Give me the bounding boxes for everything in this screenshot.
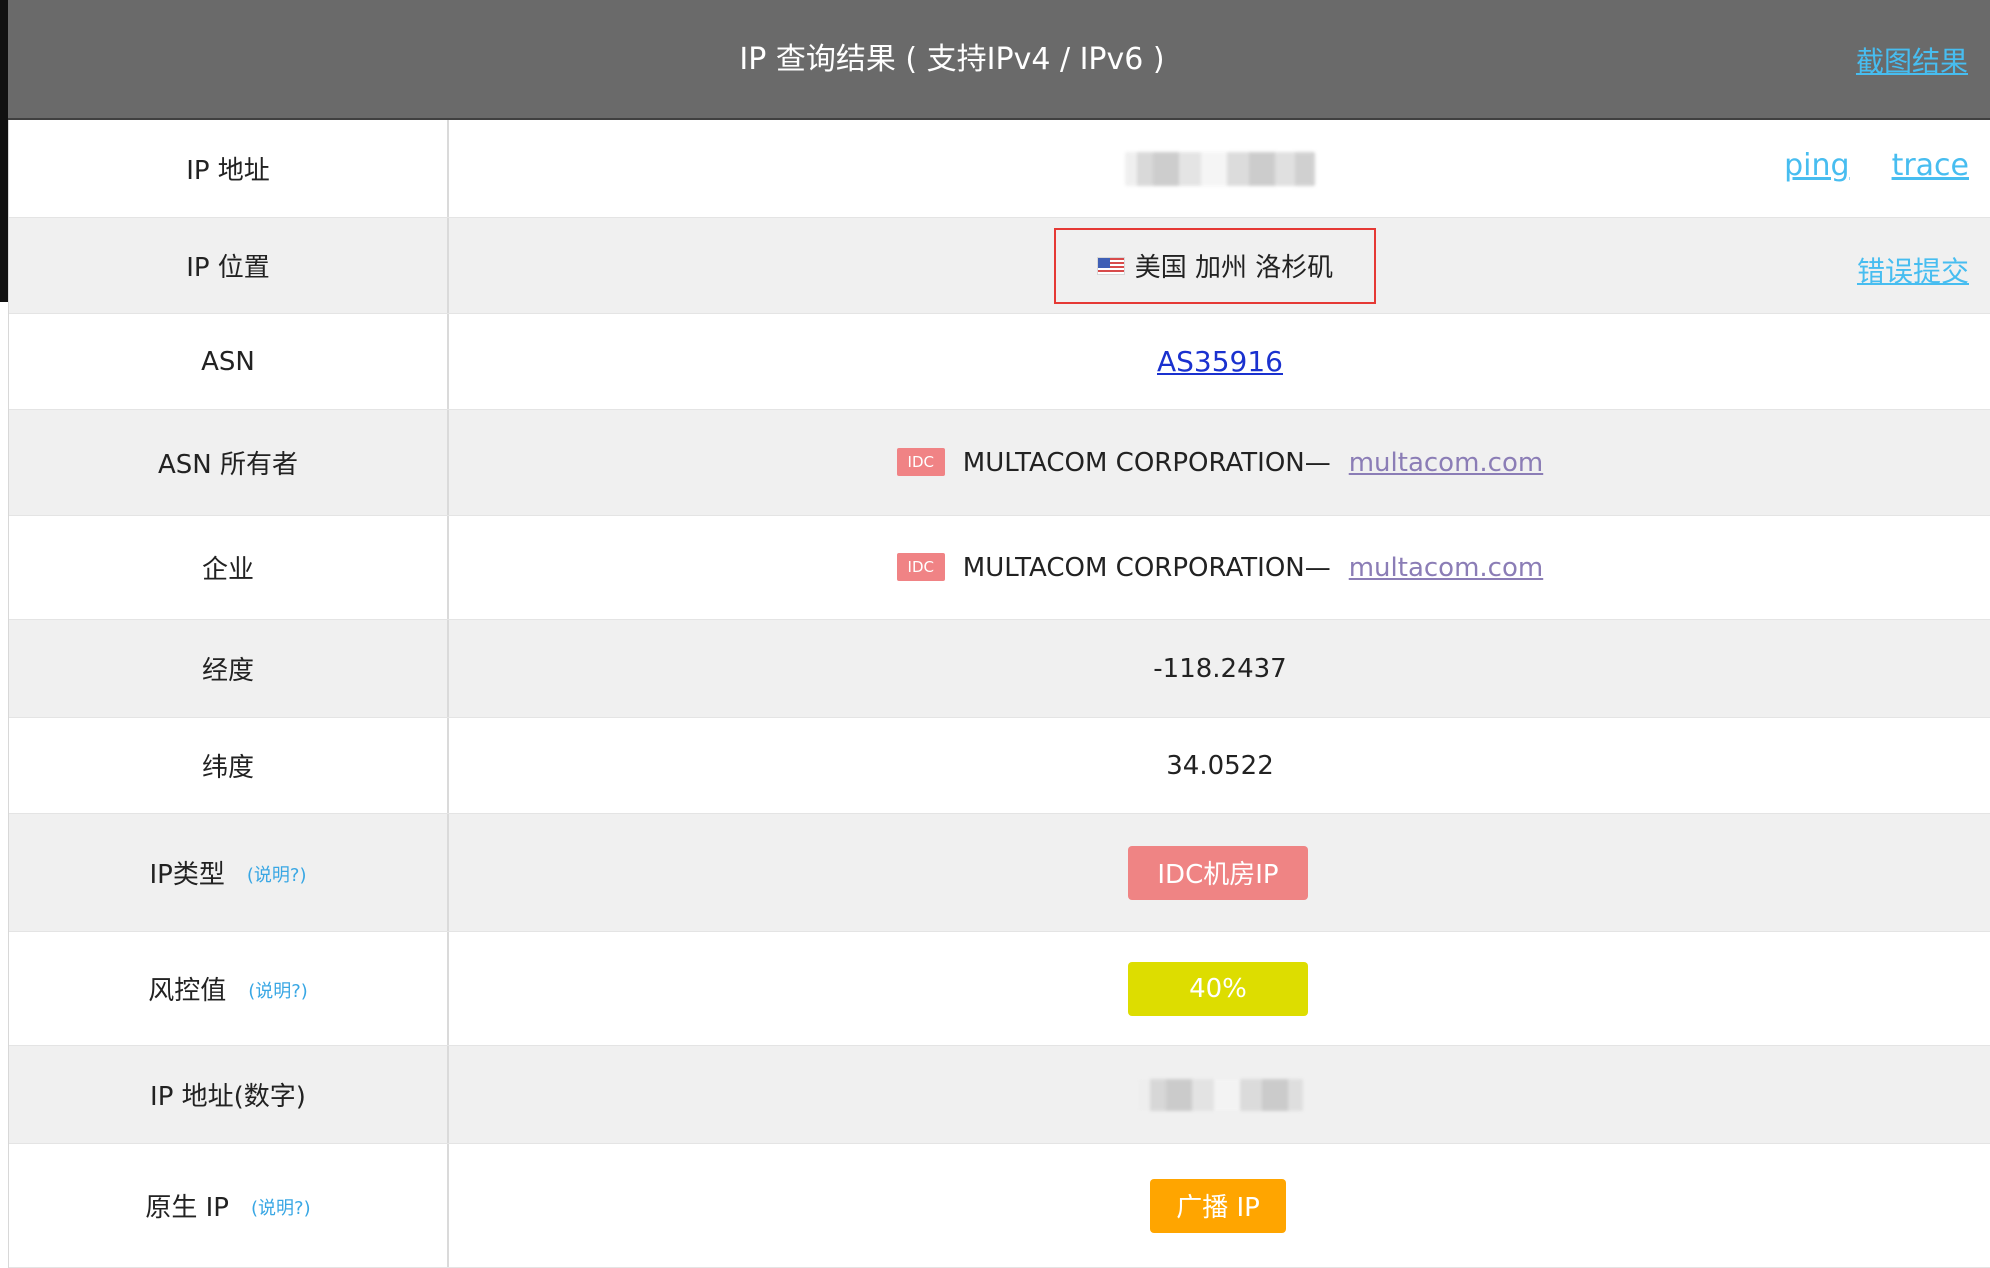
ping-link[interactable]: ping bbox=[1784, 148, 1849, 183]
asn-owner-domain-link[interactable]: multacom.com bbox=[1349, 448, 1543, 478]
risk-score-badge: 40% bbox=[1128, 961, 1308, 1016]
latitude-value: 34.0522 bbox=[1166, 750, 1274, 781]
asn-owner-name: MULTACOM CORPORATION— bbox=[962, 447, 1331, 478]
row-label-asn-owner: ASN 所有者 bbox=[9, 410, 449, 515]
company-domain-link[interactable]: multacom.com bbox=[1349, 553, 1543, 583]
row-value-latitude: 34.0522 bbox=[449, 718, 1990, 813]
row-label-ip-number: IP 地址(数字) bbox=[9, 1046, 449, 1143]
idc-badge: IDC bbox=[896, 552, 945, 581]
row-value-asn: AS35916 bbox=[449, 314, 1990, 409]
error-submit-link[interactable]: 错误提交 bbox=[1857, 250, 1969, 290]
location-text: 美国 加州 洛杉矶 bbox=[1134, 253, 1334, 283]
location-highlight-box: 美国 加州 洛杉矶 bbox=[1054, 227, 1376, 304]
trace-link[interactable]: trace bbox=[1892, 148, 1969, 183]
ip-address-label: IP 地址 bbox=[186, 156, 270, 186]
native-ip-label: 原生 IP bbox=[145, 1193, 229, 1223]
row-value-ip-location: 美国 加州 洛杉矶 bbox=[449, 218, 1990, 313]
masked-ip-number bbox=[1137, 1078, 1303, 1111]
asn-link[interactable]: AS35916 bbox=[1157, 345, 1283, 378]
company-name: MULTACOM CORPORATION— bbox=[962, 552, 1331, 583]
ip-location-label: IP 位置 bbox=[186, 253, 270, 283]
row-ip-number: IP 地址(数字) bbox=[9, 1046, 1990, 1144]
latitude-label: 纬度 bbox=[201, 753, 254, 783]
row-label-ip-location: IP 位置 bbox=[9, 218, 449, 313]
native-ip-badge: 广播 IP bbox=[1150, 1178, 1286, 1233]
idc-badge: IDC bbox=[896, 447, 945, 476]
row-asn: ASN AS35916 bbox=[9, 314, 1990, 410]
row-asn-owner: ASN 所有者 IDC MULTACOM CORPORATION— multac… bbox=[9, 410, 1990, 516]
row-value-asn-owner: IDC MULTACOM CORPORATION— multacom.com bbox=[449, 410, 1990, 515]
row-value-ip-type: IDC机房IP bbox=[449, 814, 1990, 931]
screenshot-result-link[interactable]: 截图结果 bbox=[1856, 40, 1968, 80]
asn-label: ASN bbox=[201, 346, 255, 377]
longitude-value: -118.2437 bbox=[1153, 653, 1287, 684]
longitude-label: 经度 bbox=[201, 656, 254, 686]
left-edge-strip bbox=[0, 0, 8, 302]
row-value-company: IDC MULTACOM CORPORATION— multacom.com bbox=[449, 516, 1990, 619]
row-label-native-ip: 原生 IP (说明?) bbox=[9, 1144, 449, 1267]
row-latitude: 纬度 34.0522 bbox=[9, 718, 1990, 814]
company-content: IDC MULTACOM CORPORATION— multacom.com bbox=[896, 552, 1543, 583]
ip-type-label: IP类型 bbox=[149, 860, 225, 890]
row-label-ip-address: IP 地址 bbox=[9, 120, 449, 217]
row-company: 企业 IDC MULTACOM CORPORATION— multacom.co… bbox=[9, 516, 1990, 620]
row-ip-type: IP类型 (说明?) IDC机房IP bbox=[9, 814, 1990, 932]
header-bar: IP 查询结果 ( 支持IPv4 / IPv6 ) 截图结果 bbox=[8, 0, 1990, 120]
ip-type-badge: IDC机房IP bbox=[1128, 845, 1308, 900]
row-label-company: 企业 bbox=[9, 516, 449, 619]
row-value-ip-number bbox=[449, 1046, 1990, 1143]
row-value-native-ip: 广播 IP bbox=[449, 1144, 1990, 1267]
row-label-risk-score: 风控值 (说明?) bbox=[9, 932, 449, 1045]
row-native-ip: 原生 IP (说明?) 广播 IP bbox=[9, 1144, 1990, 1268]
risk-score-label: 风控值 bbox=[148, 976, 227, 1006]
ip-number-label: IP 地址(数字) bbox=[150, 1082, 306, 1112]
row-value-longitude: -118.2437 bbox=[449, 620, 1990, 717]
row-risk-score: 风控值 (说明?) 40% bbox=[9, 932, 1990, 1046]
row-value-ip-address bbox=[449, 120, 1990, 217]
row-label-ip-type: IP类型 (说明?) bbox=[9, 814, 449, 931]
ip-result-table: IP 地址 ping trace IP 位置 美国 加州 洛杉矶 错误提交 AS… bbox=[8, 120, 1990, 1268]
asn-owner-content: IDC MULTACOM CORPORATION— multacom.com bbox=[896, 447, 1543, 478]
company-label: 企业 bbox=[201, 555, 254, 585]
risk-score-help-link[interactable]: (说明?) bbox=[248, 977, 308, 1003]
native-ip-help-link[interactable]: (说明?) bbox=[251, 1194, 311, 1220]
row-label-asn: ASN bbox=[9, 314, 449, 409]
row-label-latitude: 纬度 bbox=[9, 718, 449, 813]
row-label-longitude: 经度 bbox=[9, 620, 449, 717]
ip-type-help-link[interactable]: (说明?) bbox=[247, 861, 307, 887]
page: IP 查询结果 ( 支持IPv4 / IPv6 ) 截图结果 IP 地址 pin… bbox=[0, 0, 1990, 1268]
row-ip-location: IP 位置 美国 加州 洛杉矶 错误提交 bbox=[9, 218, 1990, 314]
row-longitude: 经度 -118.2437 bbox=[9, 620, 1990, 718]
masked-ip-address bbox=[1125, 151, 1315, 186]
ip-action-links: ping trace bbox=[1784, 148, 1969, 183]
asn-owner-label: ASN 所有者 bbox=[157, 450, 298, 480]
row-ip-address: IP 地址 ping trace bbox=[9, 120, 1990, 218]
page-title: IP 查询结果 ( 支持IPv4 / IPv6 ) bbox=[739, 42, 1165, 77]
row-value-risk-score: 40% bbox=[449, 932, 1990, 1045]
us-flag-icon bbox=[1096, 256, 1125, 275]
